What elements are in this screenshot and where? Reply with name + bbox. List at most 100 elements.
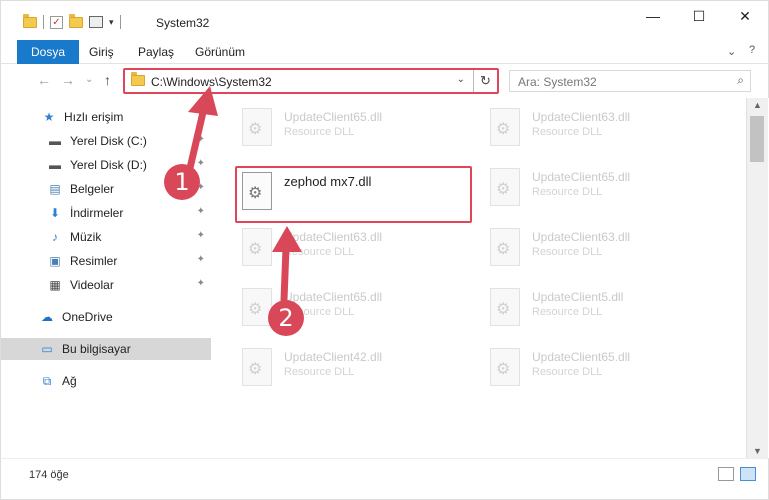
back-icon[interactable]: ← xyxy=(37,72,51,88)
file-type: Resource DLL xyxy=(532,126,603,138)
tab-view[interactable]: Görünüm xyxy=(195,40,245,64)
sidebar-item-videos[interactable]: ▦ Videolar ✦ xyxy=(1,274,211,296)
details-view-icon[interactable] xyxy=(718,467,734,481)
help-icon[interactable]: ? xyxy=(749,44,755,56)
maximize-button[interactable]: ☐ xyxy=(676,1,722,31)
address-bar[interactable]: C:\Windows\System32 ⌄ ↻ xyxy=(123,68,499,94)
sidebar-item-label: Belgeler xyxy=(70,182,115,196)
search-icon[interactable]: ⌕ xyxy=(737,73,744,88)
sidebar-item-label: Videolar xyxy=(70,278,114,292)
file-type: Resource DLL xyxy=(284,246,355,258)
navigation-pane: ★ Hızlı erişim ▬ Yerel Disk (C:) ✦ ▬ Yer… xyxy=(0,98,212,458)
sidebar-item-label: OneDrive xyxy=(62,310,113,324)
dll-file-icon xyxy=(490,228,520,266)
network-icon: ⧉ xyxy=(42,373,52,388)
forward-icon[interactable]: → xyxy=(61,72,75,88)
toolbar-separator xyxy=(43,15,44,29)
documents-icon: ▤ xyxy=(49,182,61,196)
sidebar-item-label: İndirmeler xyxy=(70,206,124,220)
sidebar-item-network[interactable]: ⧉ Ağ xyxy=(1,370,211,392)
dll-file-icon xyxy=(242,228,272,266)
sidebar-item-label: Ağ xyxy=(62,374,77,388)
customize-toolbar-icon[interactable]: ▾ xyxy=(109,17,114,28)
collapse-ribbon-icon[interactable]: ⌄ xyxy=(727,45,736,58)
scrollbar-thumb[interactable] xyxy=(750,116,764,162)
music-icon: ♪ xyxy=(52,230,58,244)
step-2-badge: 2 xyxy=(268,300,304,336)
sidebar-item-music[interactable]: ♪ Müzik ✦ xyxy=(1,226,211,248)
tab-file[interactable]: Dosya xyxy=(17,40,80,64)
file-item[interactable]: UpdateClient5.dll Resource DLL xyxy=(482,284,722,330)
vertical-scrollbar[interactable]: ▲ ▼ xyxy=(746,98,768,458)
step-1-badge: 1 xyxy=(164,164,200,200)
scroll-down-icon[interactable]: ▼ xyxy=(753,446,762,456)
new-folder-icon[interactable] xyxy=(69,13,83,28)
address-path[interactable]: C:\Windows\System32 xyxy=(151,75,272,89)
dll-file-icon xyxy=(490,108,520,146)
dll-file-icon xyxy=(490,288,520,326)
file-item[interactable]: UpdateClient63.dll Resource DLL xyxy=(482,224,722,270)
properties-checkmark-icon[interactable]: ✓ xyxy=(50,15,63,29)
file-name: UpdateClient63.dll xyxy=(532,110,631,124)
file-name: UpdateClient65.dll xyxy=(532,170,631,184)
file-name: UpdateClient5.dll xyxy=(532,290,624,304)
file-item[interactable]: UpdateClient42.dll Resource DLL xyxy=(234,344,474,390)
videos-icon: ▦ xyxy=(49,278,61,292)
pin-icon: ✦ xyxy=(196,278,205,289)
close-button[interactable]: ✕ xyxy=(722,1,768,31)
pictures-icon: ▣ xyxy=(49,254,61,268)
file-name: UpdateClient65.dll xyxy=(284,110,383,124)
file-name: UpdateClient63.dll xyxy=(532,230,631,244)
pin-icon: ✦ xyxy=(196,158,205,169)
folder-icon xyxy=(23,13,37,28)
file-item[interactable]: UpdateClient65.dll Resource DLL xyxy=(482,164,722,210)
scroll-up-icon[interactable]: ▲ xyxy=(753,100,762,110)
navigation-bar: ← → ⌄ ↑ C:\Windows\System32 ⌄ ↻ Ara: Sys… xyxy=(0,64,769,98)
pin-icon: ✦ xyxy=(196,206,205,217)
sidebar-item-label: Müzik xyxy=(70,230,102,244)
large-icons-view-icon[interactable] xyxy=(740,467,756,481)
tab-home[interactable]: Giriş xyxy=(89,40,114,64)
minimize-button[interactable]: — xyxy=(630,1,676,31)
sidebar-item-downloads[interactable]: ⬇ İndirmeler ✦ xyxy=(1,202,211,224)
properties-icon[interactable] xyxy=(89,16,103,28)
file-item[interactable]: UpdateClient63.dll Resource DLL xyxy=(482,104,722,150)
sidebar-item-pictures[interactable]: ▣ Resimler ✦ xyxy=(1,250,211,272)
status-bar: 174 öğe xyxy=(0,458,769,500)
dll-file-icon xyxy=(490,348,520,386)
file-item[interactable]: UpdateClient63.dll Resource DLL xyxy=(234,224,474,270)
file-type: Resource DLL xyxy=(284,366,355,378)
search-input[interactable]: Ara: System32 ⌕ xyxy=(509,70,751,92)
dll-file-icon xyxy=(490,168,520,206)
download-icon: ⬇ xyxy=(49,206,61,220)
sidebar-item-quick-access[interactable]: ★ Hızlı erişim xyxy=(1,106,211,128)
up-icon[interactable]: ↑ xyxy=(104,72,111,88)
file-item[interactable]: UpdateClient65.dll Resource DLL xyxy=(234,104,474,150)
recent-locations-icon[interactable]: ⌄ xyxy=(85,74,93,85)
file-highlight-box xyxy=(235,166,472,223)
window-controls: — ☐ ✕ xyxy=(630,1,768,31)
tab-share[interactable]: Paylaş xyxy=(138,40,174,64)
file-type: Resource DLL xyxy=(532,366,603,378)
file-name: UpdateClient42.dll xyxy=(284,350,383,364)
pin-icon: ✦ xyxy=(196,254,205,265)
sidebar-item-onedrive[interactable]: ☁ OneDrive xyxy=(1,306,211,328)
dll-file-icon xyxy=(242,108,272,146)
drive-icon: ▬ xyxy=(49,158,61,172)
address-dropdown-icon[interactable]: ⌄ xyxy=(457,74,465,85)
file-item[interactable]: UpdateClient65.dll Resource DLL xyxy=(482,344,722,390)
file-name: UpdateClient65.dll xyxy=(284,290,383,304)
sidebar-item-label: Bu bilgisayar xyxy=(62,342,131,356)
sidebar-item-this-pc[interactable]: ▭ Bu bilgisayar xyxy=(1,338,211,360)
item-count: 174 öğe xyxy=(29,469,69,481)
ribbon-tabs: Dosya Giriş Paylaş Görünüm ⌄ ? xyxy=(0,40,769,64)
view-toggle xyxy=(718,467,756,481)
sidebar-item-label: Hızlı erişim xyxy=(64,110,124,124)
sidebar-item-local-disk-c[interactable]: ▬ Yerel Disk (C:) ✦ xyxy=(1,130,211,152)
file-type: Resource DLL xyxy=(532,306,603,318)
refresh-icon[interactable]: ↻ xyxy=(473,70,497,92)
search-placeholder: Ara: System32 xyxy=(518,75,597,89)
dll-file-icon xyxy=(242,348,272,386)
sidebar-item-label: Yerel Disk (C:) xyxy=(70,134,147,148)
pin-icon: ✦ xyxy=(196,134,205,145)
